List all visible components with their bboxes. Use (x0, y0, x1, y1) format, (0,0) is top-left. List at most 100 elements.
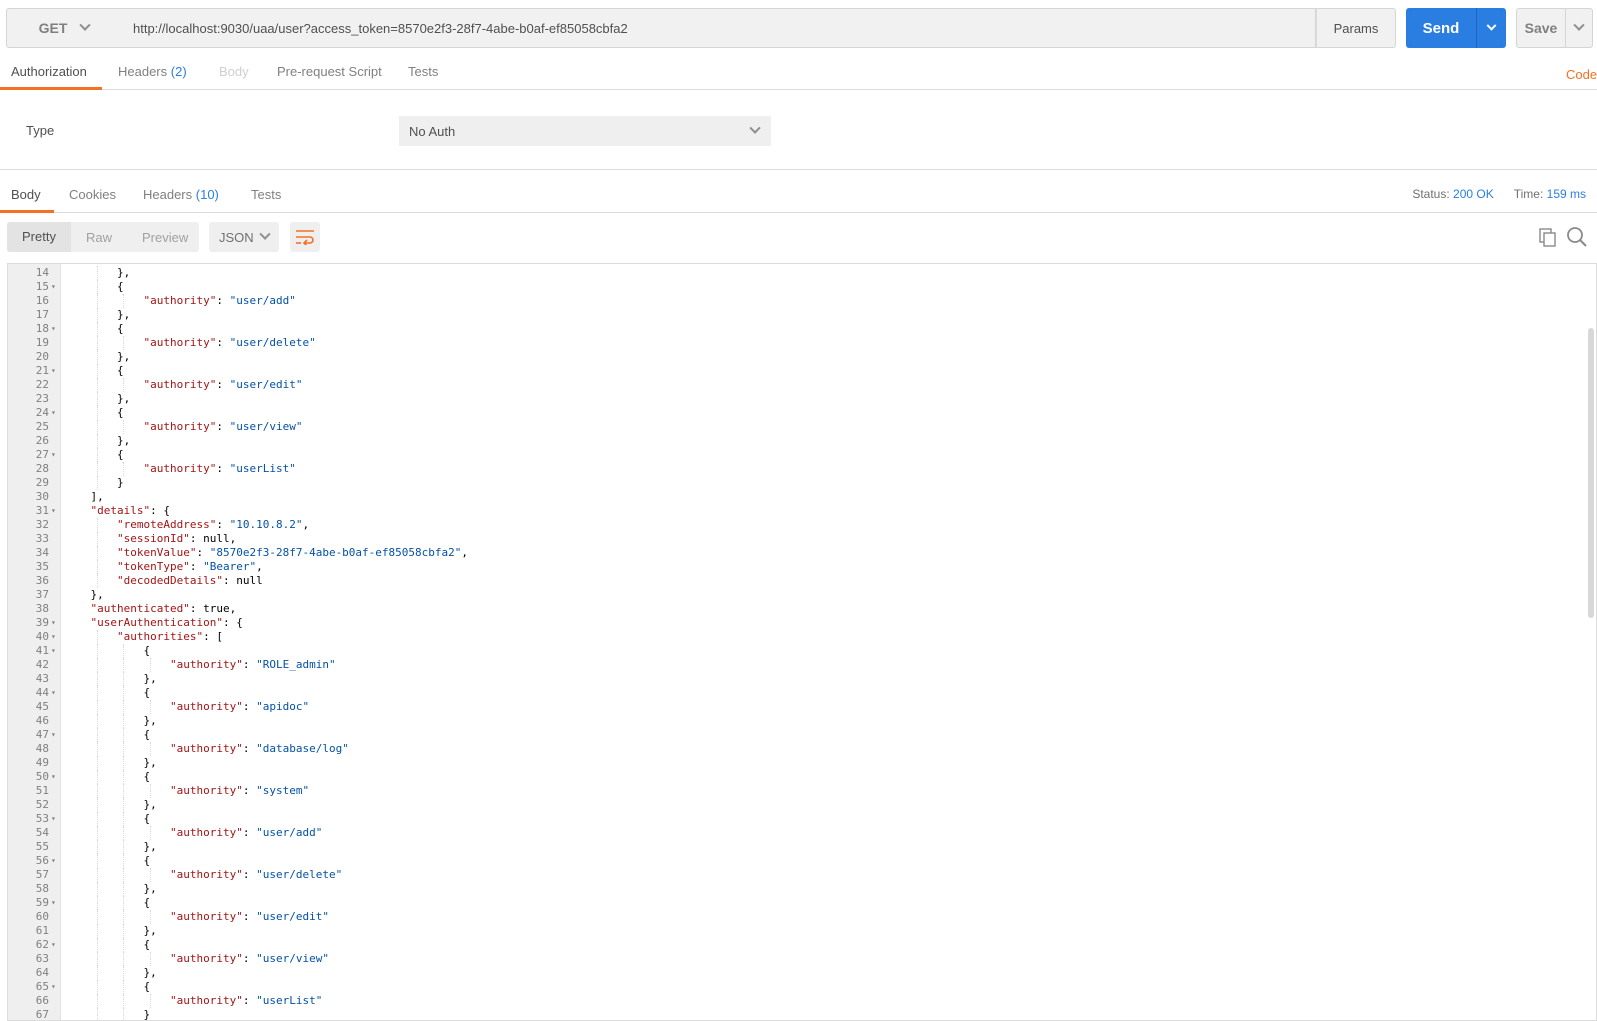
code-text: { (117, 364, 124, 378)
line-number: 36 (35, 574, 49, 587)
fold-arrow-icon[interactable]: ▾ (51, 364, 61, 378)
fold-arrow-icon[interactable]: ▾ (51, 896, 61, 910)
fold-arrow-icon[interactable]: ▾ (51, 322, 61, 336)
json-punct: , (461, 546, 469, 559)
wrap-lines-button[interactable] (290, 222, 320, 252)
indent-guide (96, 854, 98, 868)
fold-arrow-icon[interactable]: ▾ (51, 504, 61, 518)
code-text: "authenticated": true, (91, 602, 237, 616)
json-punct: : null (222, 574, 263, 587)
line-number: 61 (35, 924, 49, 937)
view-pretty-button[interactable]: Pretty (7, 222, 71, 252)
tab-prerequest-script[interactable]: Pre-request Script (277, 64, 382, 79)
copy-icon[interactable] (1538, 227, 1558, 247)
fold-arrow-icon[interactable]: ▾ (51, 616, 61, 630)
indent-guide (96, 882, 98, 896)
indent-guide (149, 826, 151, 840)
view-raw-button[interactable]: Raw (71, 230, 127, 245)
json-punct: : (216, 420, 230, 433)
json-string: "user/view" (256, 952, 329, 965)
line-number: 20 (35, 350, 49, 363)
fold-arrow-icon[interactable]: ▾ (51, 630, 61, 644)
code-text: }, (144, 714, 157, 728)
auth-type-value: No Auth (409, 123, 456, 139)
indent-guide (123, 462, 124, 476)
fold-arrow-icon[interactable]: ▾ (51, 686, 61, 700)
response-tab-cookies[interactable]: Cookies (69, 187, 116, 202)
line-number: 60 (35, 910, 49, 923)
response-tab-body[interactable]: Body (11, 187, 41, 202)
code-lines: 14}, 15 ▾{16 "authority": "user/add" 17}, 18 ▾… (8, 266, 1596, 1020)
code-line: 61}, (8, 924, 1596, 938)
json-string: "ROLE_admin" (256, 658, 336, 671)
indent-guide (96, 574, 98, 588)
json-key: "authority" (170, 952, 243, 965)
search-icon[interactable] (1566, 226, 1588, 248)
fold-arrow-icon[interactable]: ▾ (51, 854, 61, 868)
view-preview-button[interactable]: Preview (127, 230, 203, 245)
code-text: }, (144, 840, 157, 854)
json-key: "authority" (170, 994, 243, 1007)
json-punct: }, (117, 266, 131, 279)
fold-arrow-icon[interactable]: ▾ (51, 770, 61, 784)
line-number: 14 (35, 266, 49, 279)
chevron-down-icon (749, 122, 761, 134)
code-text: { (117, 448, 124, 462)
tab-tests[interactable]: Tests (408, 64, 438, 79)
code-text: "sessionId": null, (117, 532, 236, 546)
params-button[interactable]: Params (1316, 8, 1396, 48)
line-number: 26 (35, 434, 49, 447)
code-line: 49}, (8, 756, 1596, 770)
code-text: "details": { (91, 504, 170, 518)
tab-authorization[interactable]: Authorization (11, 64, 87, 79)
view-mode-group: Pretty Raw Preview (7, 222, 199, 252)
response-tab-tests[interactable]: Tests (251, 187, 281, 202)
tab-headers[interactable]: Headers (2) (118, 64, 187, 79)
response-tab-headers[interactable]: Headers (10) (143, 187, 219, 202)
format-select[interactable]: JSON (209, 222, 279, 252)
code-text: }, (91, 588, 104, 602)
status-label: Status: (1412, 187, 1450, 201)
indent-guide (96, 448, 98, 462)
code-line: 63 "authority": "user/view" (8, 952, 1596, 966)
fold-arrow-icon[interactable]: ▾ (51, 644, 61, 658)
code-line: 14}, (8, 266, 1596, 280)
send-dropdown-button[interactable] (1476, 8, 1506, 48)
code-line: 20}, (8, 350, 1596, 364)
type-label: Type (26, 123, 55, 138)
save-dropdown-button[interactable] (1565, 8, 1593, 48)
fold-arrow-icon[interactable]: ▾ (51, 938, 61, 952)
line-number: 57 (35, 868, 49, 881)
auth-type-select[interactable]: No Auth (399, 116, 771, 146)
indent-guide (123, 294, 124, 308)
code-line: 21 ▾ { (8, 364, 1596, 378)
fold-arrow-icon[interactable]: ▾ (51, 728, 61, 742)
method-select[interactable]: GET (6, 8, 122, 48)
scrollbar[interactable] (1586, 264, 1596, 1020)
scrollbar-thumb[interactable] (1588, 328, 1594, 618)
code-text: "tokenType": "Bearer", (117, 560, 263, 574)
indent-guide (96, 924, 98, 938)
line-number: 62 (35, 938, 49, 951)
line-number: 37 (35, 588, 49, 601)
indent-guide (96, 532, 98, 546)
fold-arrow-icon[interactable]: ▾ (51, 280, 61, 294)
indent-guide (96, 784, 98, 798)
indent-guide (123, 868, 124, 882)
fold-arrow-icon[interactable]: ▾ (51, 448, 61, 462)
json-string: "Bearer" (203, 560, 257, 573)
fold-arrow-icon[interactable]: ▾ (51, 406, 61, 420)
fold-arrow-icon[interactable]: ▾ (51, 980, 61, 994)
json-punct: : (242, 700, 257, 713)
url-input[interactable]: http://localhost:9030/uaa/user?access_to… (121, 8, 1316, 48)
save-button[interactable]: Save (1516, 8, 1566, 48)
tab-body[interactable]: Body (219, 64, 249, 79)
response-body-viewer[interactable]: 14}, 15 ▾{16 "authority": "user/add" 17}, 18 ▾… (7, 263, 1597, 1021)
fold-arrow-icon[interactable]: ▾ (51, 812, 61, 826)
chevron-down-icon (79, 19, 92, 31)
indent-guide (123, 924, 124, 938)
code-line: 57 "authority": "user/delete" (8, 868, 1596, 882)
code-link[interactable]: Code (1566, 67, 1597, 82)
send-button[interactable]: Send (1406, 8, 1476, 48)
indent-guide (96, 868, 98, 882)
